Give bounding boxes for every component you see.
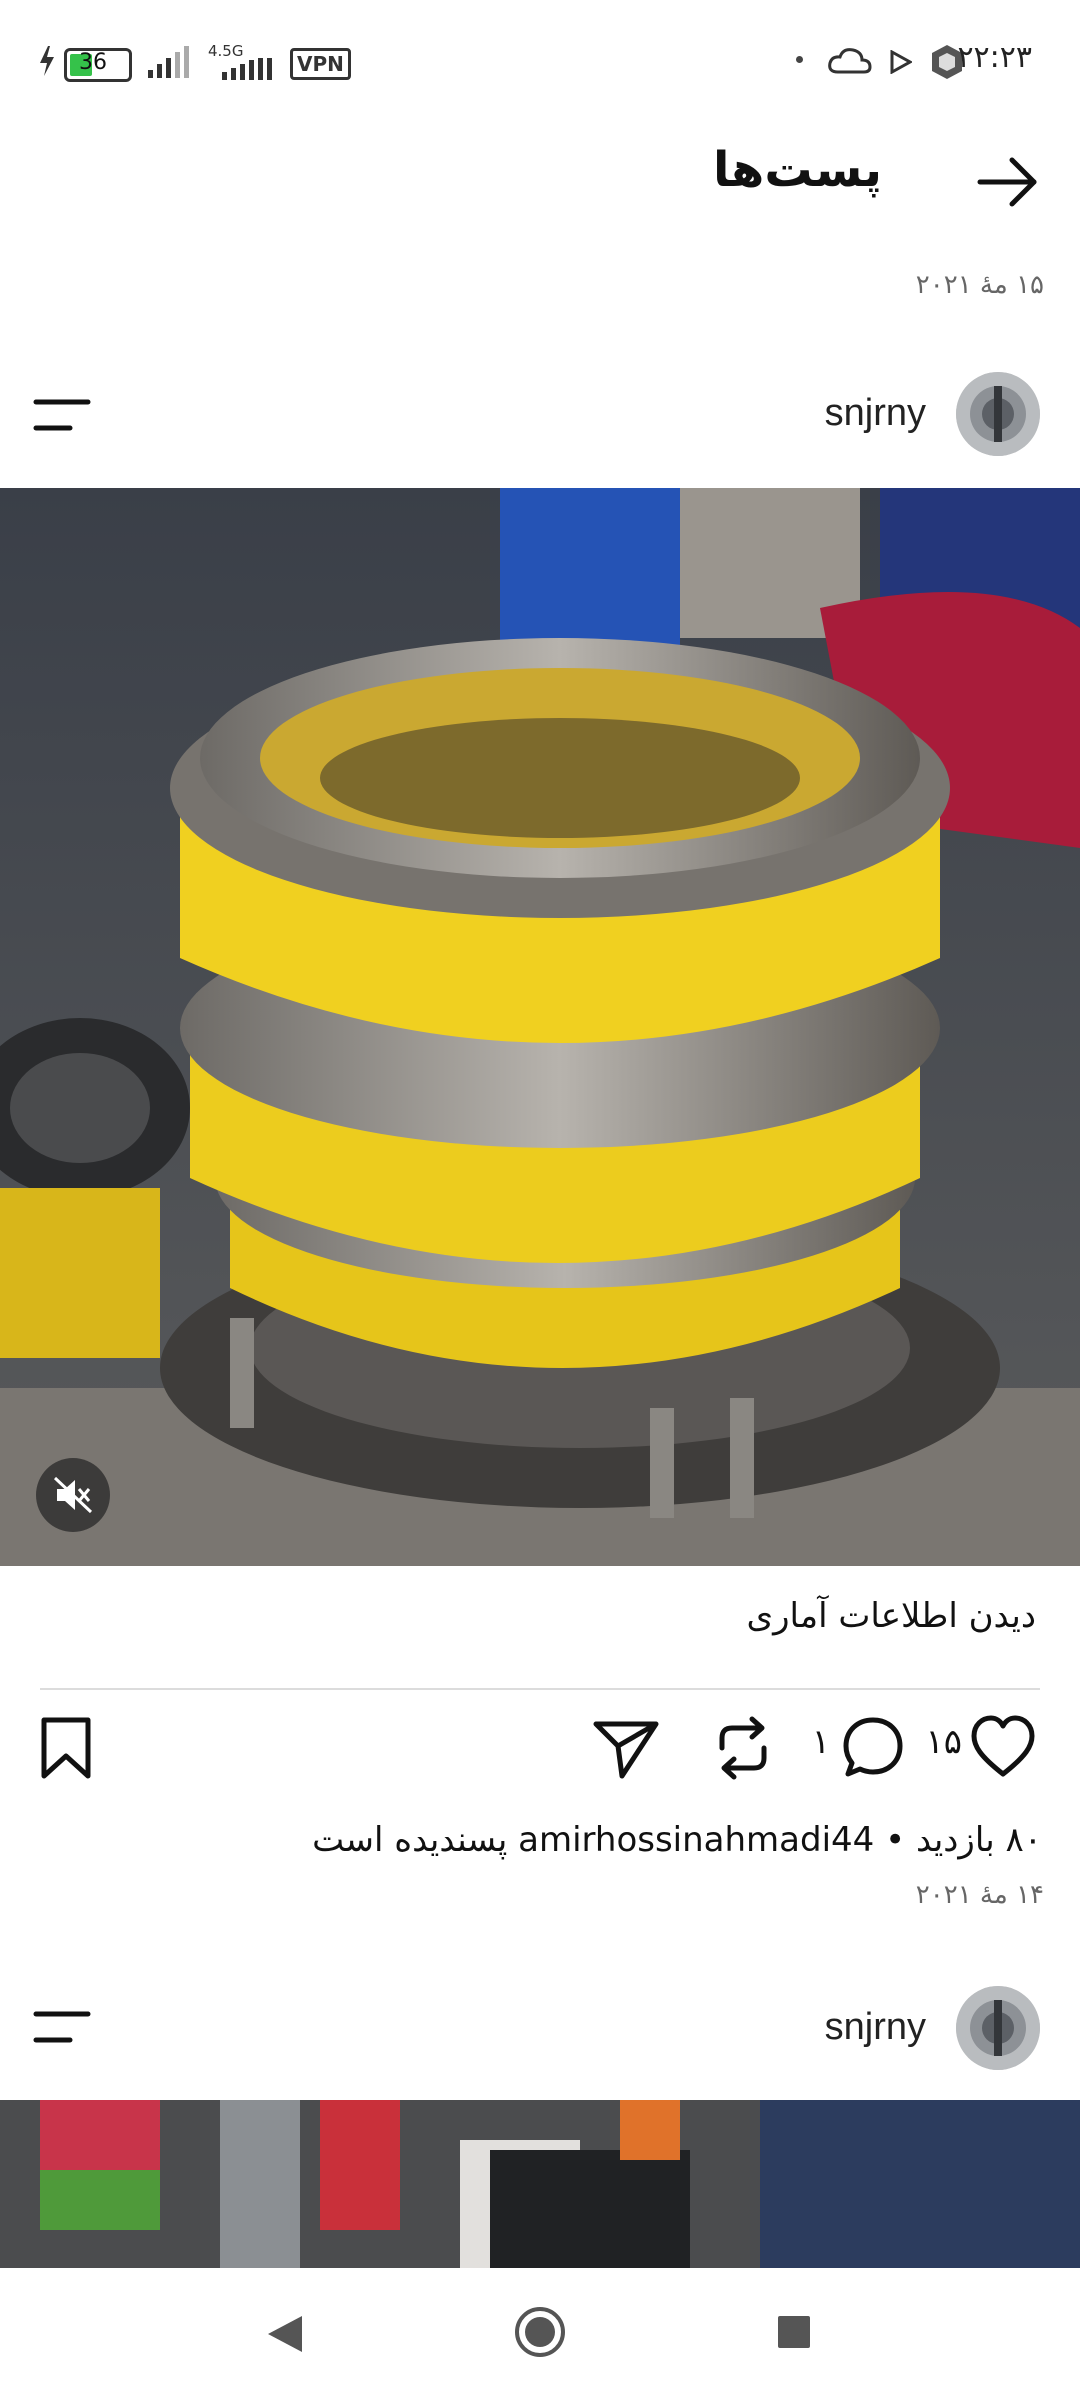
repost-icon[interactable] bbox=[712, 1712, 774, 1784]
home-circle-icon[interactable] bbox=[514, 2306, 566, 2358]
views-likes-line[interactable]: ۸۰ بازدید • amirhossinahmadi44 پسندیده ا… bbox=[312, 1820, 1042, 1860]
post-date: ۱۴ مهٔ ۲۰۲۱ bbox=[915, 1880, 1044, 1910]
navigation-bar bbox=[0, 2268, 1080, 2400]
status-time: ۲۲:۲۳ bbox=[957, 40, 1032, 75]
status-bar: 36 4.5G VPN ۲۲:۲۳ bbox=[0, 0, 1080, 120]
arrow-right-icon[interactable] bbox=[976, 150, 1040, 214]
post-media[interactable] bbox=[0, 488, 1080, 1566]
avatar[interactable] bbox=[956, 1986, 1040, 2070]
mute-button[interactable] bbox=[36, 1458, 110, 1532]
battery-icon: 36 bbox=[64, 48, 132, 82]
divider bbox=[40, 1688, 1040, 1690]
heart-icon[interactable] bbox=[970, 1712, 1036, 1784]
dot-icon bbox=[796, 56, 803, 63]
send-icon[interactable] bbox=[592, 1712, 660, 1784]
avatar-image bbox=[956, 1986, 1040, 2070]
post-video-frame bbox=[0, 488, 1080, 1566]
post-image-frame bbox=[0, 2100, 1080, 2268]
comment-count[interactable]: ۱ bbox=[812, 1722, 830, 1762]
page-title: پست‌ها bbox=[713, 142, 882, 198]
vpn-icon: VPN bbox=[290, 48, 351, 80]
menu-lines-icon[interactable] bbox=[32, 2008, 92, 2048]
menu-lines-icon[interactable] bbox=[32, 396, 92, 436]
back-triangle-icon[interactable] bbox=[262, 2312, 306, 2356]
username[interactable]: snjrny bbox=[825, 392, 926, 435]
post-media[interactable] bbox=[0, 2100, 1080, 2268]
battery-level: 36 bbox=[79, 50, 107, 75]
play-store-icon bbox=[890, 50, 912, 74]
charging-icon bbox=[40, 46, 54, 76]
avatar-image bbox=[956, 372, 1040, 456]
signal-4-5g-icon bbox=[222, 58, 272, 80]
like-count[interactable]: ۱۵ bbox=[925, 1722, 962, 1762]
bookmark-icon[interactable] bbox=[38, 1712, 94, 1784]
username[interactable]: snjrny bbox=[825, 2006, 926, 2049]
comment-icon[interactable] bbox=[840, 1712, 906, 1784]
recents-square-icon[interactable] bbox=[776, 2314, 812, 2350]
avatar[interactable] bbox=[956, 372, 1040, 456]
view-insights-link[interactable]: دیدن اطلاعات آماری bbox=[746, 1596, 1036, 1636]
post-date-header: ۱۵ مهٔ ۲۰۲۱ bbox=[915, 270, 1044, 300]
signal-icon bbox=[148, 46, 189, 78]
muted-speaker-icon bbox=[53, 1476, 93, 1514]
cloud-icon bbox=[828, 48, 872, 74]
